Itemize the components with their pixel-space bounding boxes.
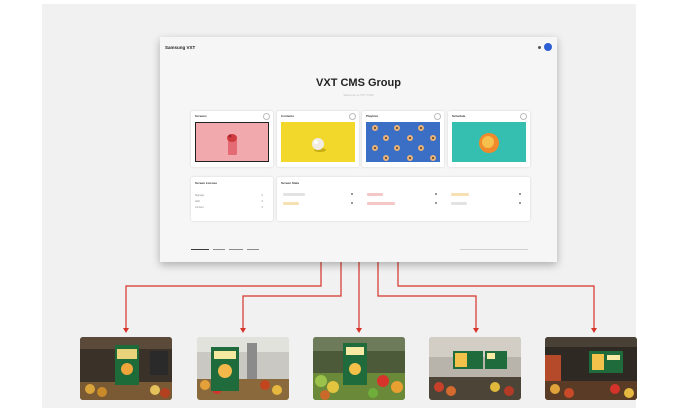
card-playlists[interactable]: Playlists xyxy=(362,111,444,167)
signage-thumb-4 xyxy=(429,337,521,400)
status-panel: Screen Stats xyxy=(277,177,530,221)
app-logo[interactable]: Samsung VXT xyxy=(165,45,195,50)
copyright-text xyxy=(460,249,528,250)
license-panel-title: Screen License xyxy=(195,181,218,185)
playlist-preview-image xyxy=(366,122,440,162)
footer-link[interactable] xyxy=(247,249,259,250)
footer-link[interactable] xyxy=(191,249,209,250)
card-contents[interactable]: Contents xyxy=(277,111,359,167)
signage-thumb-1 xyxy=(80,337,172,400)
status-dot xyxy=(519,202,521,204)
license-row[interactable]: Signage 0 xyxy=(195,194,263,197)
card-screens[interactable]: Screens xyxy=(191,111,273,167)
status-pill xyxy=(283,202,299,205)
status-pill xyxy=(451,202,467,205)
more-icon[interactable] xyxy=(520,113,527,120)
avatar[interactable] xyxy=(544,43,552,51)
license-label: Content xyxy=(195,206,204,209)
more-icon[interactable] xyxy=(349,113,356,120)
top-bar: Samsung VXT xyxy=(160,37,557,57)
more-icon[interactable] xyxy=(434,113,441,120)
footer-link[interactable] xyxy=(213,249,225,250)
status-dot xyxy=(351,193,353,195)
more-icon[interactable] xyxy=(263,113,270,120)
notification-icon[interactable] xyxy=(538,45,541,49)
card-schedule[interactable]: Schedule xyxy=(448,111,530,167)
page-title: VXT CMS Group xyxy=(316,77,401,89)
license-value: 0 xyxy=(261,194,263,197)
status-panel-title: Screen Stats xyxy=(281,181,300,185)
license-value: 0 xyxy=(261,206,263,209)
license-row[interactable]: Content 0 xyxy=(195,206,263,209)
card-title: Screens xyxy=(195,114,207,118)
status-dot xyxy=(519,193,521,195)
license-row[interactable]: LED 0 xyxy=(195,200,263,203)
license-value: 0 xyxy=(261,200,263,203)
page-subtitle: Welcome to VXT CMS xyxy=(343,93,374,97)
screen-preview-image xyxy=(195,122,269,162)
status-pill xyxy=(283,193,305,196)
content-preview-image xyxy=(281,122,355,162)
schedule-preview-image xyxy=(452,122,526,162)
license-label: LED xyxy=(195,200,200,203)
status-pill xyxy=(451,193,469,196)
footer-link[interactable] xyxy=(229,249,243,250)
signage-thumb-3 xyxy=(313,337,405,400)
signage-thumb-5 xyxy=(545,337,637,400)
status-dot xyxy=(435,202,437,204)
card-title: Contents xyxy=(281,114,294,118)
license-panel: Screen License Signage 0 LED 0 Content 0 xyxy=(191,177,273,221)
cms-dashboard-window: Samsung VXT VXT CMS Group Welcome to VXT… xyxy=(160,37,557,262)
license-label: Signage xyxy=(195,194,205,197)
status-dot xyxy=(435,193,437,195)
signage-thumb-2 xyxy=(197,337,289,400)
card-title: Schedule xyxy=(452,114,466,118)
topbar-actions xyxy=(538,43,552,51)
status-pill xyxy=(367,193,383,196)
card-title: Playlists xyxy=(366,114,379,118)
status-dot xyxy=(351,202,353,204)
status-pill xyxy=(367,202,395,205)
